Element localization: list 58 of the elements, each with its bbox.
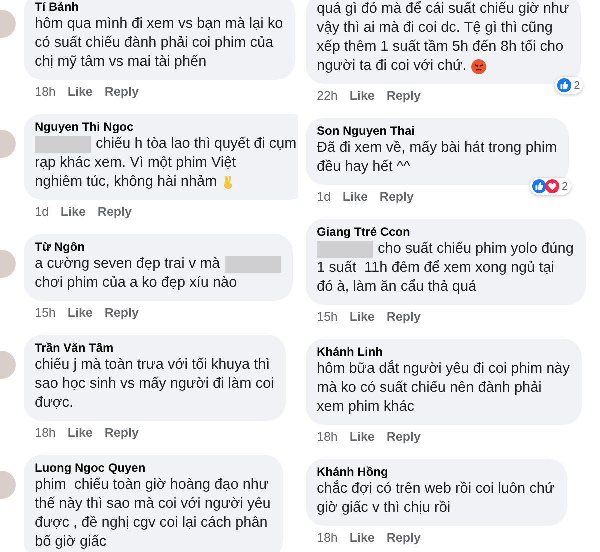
reply-link[interactable]: Reply: [98, 204, 132, 220]
reply-link[interactable]: Reply: [386, 530, 421, 546]
reply-link[interactable]: Reply: [380, 189, 414, 205]
commenter-name[interactable]: Tí Bảnh: [35, 0, 284, 15]
comment-time: 22h: [317, 88, 338, 104]
comment-text: nghiêm túc, không hài nhảm: [35, 173, 218, 192]
comment-text: rạp khác xem. Vì một phim Việt: [35, 154, 236, 173]
comment-text: a cường seven đẹp trai v mà: [35, 255, 220, 274]
comment-text: 1 suất 11h đêm để xem xong ngủ tại đó à, làm ăn cẩu thả quá: [317, 259, 555, 297]
comment-text: hôm bữa dắt người yêu đi coi phim này mà ko có suất chiếu nên đành phải xem phim khác: [317, 360, 570, 417]
comment-time: 18h: [317, 530, 338, 546]
commenter-name[interactable]: Trần Văn Tâm: [35, 341, 274, 356]
blurred-patch: [317, 241, 373, 258]
like-link[interactable]: Like: [68, 425, 93, 441]
commenter-name[interactable]: Nguyen Thi Ngoc: [35, 120, 297, 135]
reply-link[interactable]: Reply: [104, 425, 139, 441]
comment-time: 15h: [35, 305, 56, 321]
blurred-patch: [35, 136, 91, 153]
comment-time: 18h: [35, 425, 56, 441]
like-link[interactable]: Like: [342, 189, 368, 205]
comment-time: 18h: [35, 84, 56, 100]
angry-face-icon: [470, 58, 487, 74]
reply-link[interactable]: Reply: [386, 429, 421, 445]
comment-text: chắc đợi có trên web rồi coi luôn chứ giờ giấc v thì chịu rồi: [317, 480, 555, 518]
commenter-name[interactable]: Son Nguyen Thai: [317, 124, 558, 139]
like-link[interactable]: Like: [350, 429, 375, 445]
comment-time: 1d: [317, 189, 331, 205]
comment-time: 1d: [35, 204, 49, 220]
comment-text: hôm qua mình đi xem vs bạn mà lại ko có suất chiếu đành phải coi phim của chị mỹ tâm vs mai tài phến: [35, 15, 284, 72]
comment-text: phim chiếu toàn giờ hoàng đạo như thế này thì sao mà coi với người yêu được , đề nghị cgv coi lại cách phân bố giờ giấc: [35, 476, 271, 552]
like-link[interactable]: Like: [350, 309, 375, 325]
thumbs-up-icon: [532, 179, 548, 194]
like-link[interactable]: Like: [350, 88, 375, 104]
reply-link[interactable]: Reply: [104, 305, 139, 321]
reply-link[interactable]: Reply: [386, 309, 421, 325]
reply-link[interactable]: Reply: [386, 88, 421, 104]
like-link[interactable]: Like: [68, 84, 93, 100]
commenter-name[interactable]: Khánh Linh: [317, 345, 570, 360]
commenter-name[interactable]: Khánh Hồng: [317, 465, 555, 480]
like-link[interactable]: Like: [350, 530, 375, 546]
reply-link[interactable]: Reply: [104, 84, 139, 100]
comment-text: Đã đi xem về, mấy bài hát trong phim đều hay hết ^^: [317, 139, 558, 177]
comment-time: 15h: [317, 309, 338, 325]
thumbs-up-icon: [557, 78, 572, 93]
commenter-name[interactable]: Luong Ngoc Quyen: [35, 461, 271, 476]
reaction-badge[interactable]: 2: [555, 77, 584, 94]
comment-text: chiếu h tòa lao thì quyết đi cụm: [96, 135, 297, 154]
commenter-name[interactable]: Giang Ttrẻ Ccon: [317, 225, 574, 240]
blurred-patch: [225, 256, 282, 273]
like-link[interactable]: Like: [68, 305, 93, 321]
comment-text: chơi phim của a ko đẹp xíu nào: [35, 274, 238, 293]
comment-text: chiếu j mà toàn trưa với tối khuya thì sao học sinh vs mấy người đi làm coi được.: [35, 356, 274, 413]
comment-text: người ta đi coi với chứ.: [317, 57, 467, 76]
commenter-name[interactable]: Từ Ngôn: [35, 240, 282, 255]
reaction-badge[interactable]: 2: [530, 178, 572, 195]
comment-time: 18h: [317, 429, 338, 445]
like-link[interactable]: Like: [60, 204, 86, 220]
comment-text: cho suất chiếu phim yolo đúng: [378, 240, 574, 259]
